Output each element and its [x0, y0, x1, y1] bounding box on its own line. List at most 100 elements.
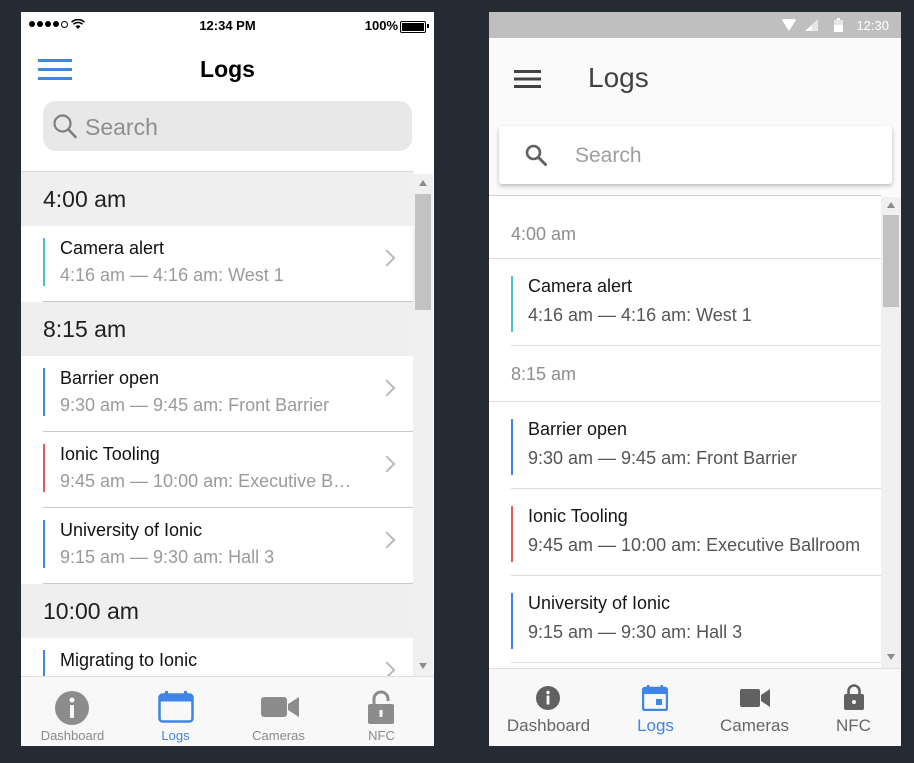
search-placeholder: Search	[575, 144, 642, 167]
item-detail: 9:30 am — 9:45 am: Front Barrier	[528, 448, 798, 468]
time-divider: 4:00 am	[489, 196, 881, 259]
tab-dashboard[interactable]: Dashboard	[497, 669, 600, 746]
color-bar	[511, 419, 513, 475]
tab-logs[interactable]: Logs	[604, 669, 707, 746]
item-detail: 4:16 am — 4:16 am: West 1	[60, 265, 284, 285]
chevron-right-icon	[378, 661, 396, 677]
calendar-icon	[642, 685, 668, 711]
tab-label: Dashboard	[506, 716, 591, 735]
tab-cameras[interactable]: Cameras	[227, 677, 330, 746]
item-detail: 9:45 am — 10:00 am: Executive Ballroom	[528, 535, 861, 555]
tab-label: Cameras	[720, 716, 789, 735]
ios-status-bar: 12:34 PM 100%	[21, 12, 434, 38]
android-phone: 12:30 Logs Search 4:00 am Camera alert 4…	[489, 12, 901, 746]
time-divider: 10:00 am	[21, 584, 413, 638]
scroll-up-arrow-icon[interactable]	[887, 202, 895, 208]
color-bar	[511, 276, 513, 332]
page-title: Logs	[200, 56, 255, 82]
unlock-icon	[368, 690, 394, 724]
scrollbar-thumb[interactable]	[883, 215, 899, 307]
chevron-right-icon	[378, 379, 396, 397]
item-title: Camera alert	[60, 238, 165, 258]
tab-label: NFC	[368, 728, 395, 743]
item-title: Ionic Tooling	[528, 506, 628, 526]
android-status-bar: 12:30	[489, 12, 901, 38]
item-detail: 4:16 am — 4:16 am: West 1	[528, 305, 752, 325]
list-item[interactable]: Ionic Tooling 9:45 am — 10:00 am: Execut…	[489, 489, 881, 576]
logs-list: 4:00 am Camera alert 4:16 am — 4:16 am: …	[21, 171, 413, 677]
chevron-right-icon	[378, 531, 396, 549]
wifi-icon	[782, 19, 796, 31]
item-title: Migrating to Ionic	[60, 650, 198, 670]
tab-dashboard[interactable]: Dashboard	[21, 677, 124, 746]
item-detail: 9:15 am — 9:30 am: Hall 3	[528, 622, 743, 642]
tab-label: Cameras	[252, 728, 305, 743]
page-title: Logs	[588, 62, 649, 93]
tab-nfc[interactable]: NFC	[802, 669, 901, 746]
search-icon	[53, 114, 77, 139]
cell-signal-icon	[805, 19, 818, 31]
tab-cameras[interactable]: Cameras	[703, 669, 806, 746]
search-icon	[525, 144, 547, 166]
item-title: University of Ionic	[60, 520, 203, 540]
ios-phone: 12:34 PM 100% Logs Search 4:00 am Camera…	[21, 12, 434, 746]
color-bar	[511, 506, 513, 562]
list-item[interactable]: Barrier open 9:30 am — 9:45 am: Front Ba…	[21, 356, 413, 432]
scroll-up-arrow-icon[interactable]	[419, 180, 427, 186]
tab-bar: Dashboard Logs Cameras NFC	[21, 676, 434, 746]
menu-icon[interactable]	[514, 70, 541, 88]
chevron-right-icon	[378, 249, 396, 267]
video-camera-icon	[740, 689, 770, 707]
list-item[interactable]: University of Ionic 9:15 am — 9:30 am: H…	[489, 576, 881, 663]
time-divider: 8:15 am	[489, 346, 881, 402]
separator	[43, 583, 413, 584]
item-detail: 9:45 am — 10:00 am: Executive Ballroom	[60, 471, 360, 491]
tab-logs[interactable]: Logs	[124, 677, 227, 746]
separator	[511, 662, 881, 663]
list-item[interactable]: Ionic Tooling 9:45 am — 10:00 am: Execut…	[21, 432, 413, 508]
list-item[interactable]: University of Ionic 9:15 am — 9:30 am: H…	[21, 508, 413, 584]
item-title: Camera alert	[528, 276, 633, 296]
chevron-right-icon	[378, 455, 396, 473]
tab-bar: Dashboard Logs Cameras NFC	[489, 668, 901, 746]
tab-label: Logs	[637, 716, 674, 735]
item-title: University of Ionic	[528, 593, 671, 613]
battery-icon	[400, 21, 426, 33]
time-divider: 8:15 am	[21, 302, 413, 356]
toolbar	[489, 38, 901, 130]
battery-icon	[834, 18, 843, 32]
list-item[interactable]: Camera alert 4:16 am — 4:16 am: West 1	[21, 226, 413, 302]
search-placeholder: Search	[85, 114, 158, 140]
color-bar	[43, 650, 45, 677]
time-divider: 4:00 am	[21, 172, 413, 226]
separator	[43, 301, 413, 302]
item-title: Barrier open	[60, 368, 160, 388]
scrollbar-thumb[interactable]	[415, 194, 431, 310]
lock-icon	[844, 684, 864, 710]
info-icon	[536, 686, 560, 710]
list-item[interactable]: Camera alert 4:16 am — 4:16 am: West 1	[489, 259, 881, 346]
separator	[511, 345, 881, 346]
tab-label: Dashboard	[40, 728, 105, 743]
list-item[interactable]: Barrier open 9:30 am — 9:45 am: Front Ba…	[489, 402, 881, 489]
color-bar	[511, 593, 513, 649]
tab-label: Logs	[161, 728, 190, 743]
item-detail: 9:30 am — 9:45 am: Front Barrier	[60, 395, 330, 415]
status-time: 12:30	[856, 18, 889, 33]
tab-nfc[interactable]: NFC	[330, 677, 433, 746]
tab-label: NFC	[836, 716, 871, 735]
scroll-down-arrow-icon[interactable]	[887, 654, 895, 660]
search-input[interactable]	[499, 126, 892, 184]
battery-percent: 100%	[364, 18, 398, 33]
scroll-down-arrow-icon[interactable]	[419, 663, 427, 669]
list-item[interactable]: Migrating to Ionic	[21, 638, 413, 677]
item-title: Barrier open	[528, 419, 628, 439]
video-camera-icon	[261, 697, 299, 717]
item-detail: 9:15 am — 9:30 am: Hall 3	[60, 547, 275, 567]
color-bar	[43, 520, 45, 568]
color-bar	[43, 444, 45, 492]
item-title: Ionic Tooling	[60, 444, 160, 464]
battery-nub	[427, 24, 429, 28]
color-bar	[43, 368, 45, 416]
calendar-icon	[158, 691, 194, 723]
